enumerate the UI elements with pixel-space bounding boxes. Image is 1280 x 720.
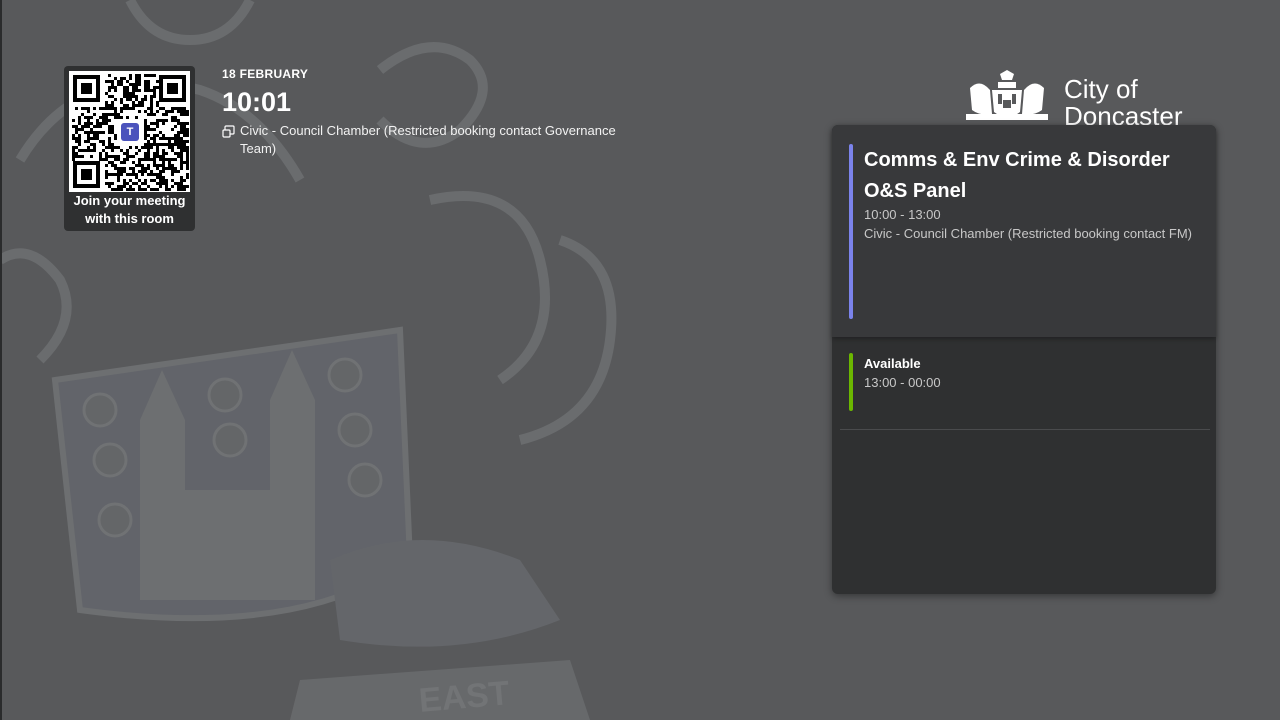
logo-text: City of Doncaster <box>1064 74 1183 127</box>
current-meeting-card[interactable]: Comms & Env Crime & Disorder O&S Panel 1… <box>832 125 1216 337</box>
teams-icon: T <box>119 121 141 143</box>
current-date: 18 FEBRUARY <box>222 67 309 81</box>
room-info: Civic - Council Chamber (Restricted book… <box>222 122 640 158</box>
logo-line-2: Doncaster <box>1064 101 1183 127</box>
current-time: 10:01 <box>222 87 292 117</box>
available-accent-bar <box>849 353 853 411</box>
svg-text:EAST: EAST <box>417 674 511 720</box>
qr-join-card: T Join your meeting with this room <box>64 66 195 231</box>
city-of-doncaster-logo: City of Doncaster <box>962 70 1192 126</box>
meeting-title: Comms & Env Crime & Disorder O&S Panel <box>864 149 1170 202</box>
divider <box>840 429 1210 430</box>
room-name: Civic - Council Chamber (Restricted book… <box>240 123 616 156</box>
available-slot[interactable]: Available 13:00 - 00:00 <box>832 337 1216 429</box>
meeting-location: Civic - Council Chamber (Restricted book… <box>864 226 1192 241</box>
crest-logo-icon <box>966 70 1048 120</box>
qr-caption: Join your meeting with this room <box>73 193 186 226</box>
screen-edge <box>0 0 2 720</box>
qr-code: T <box>69 71 190 192</box>
logo-line-1: City of <box>1064 74 1138 104</box>
room-header: 18 FEBRUARY 10:01 Civic - Council Chambe… <box>222 66 640 158</box>
room-icon <box>222 125 235 138</box>
slot-time: 13:00 - 00:00 <box>864 375 941 390</box>
slot-status: Available <box>864 356 921 371</box>
schedule-panel: Comms & Env Crime & Disorder O&S Panel 1… <box>832 125 1216 594</box>
meeting-time: 10:00 - 13:00 <box>864 207 941 222</box>
meeting-accent-bar <box>849 144 853 319</box>
